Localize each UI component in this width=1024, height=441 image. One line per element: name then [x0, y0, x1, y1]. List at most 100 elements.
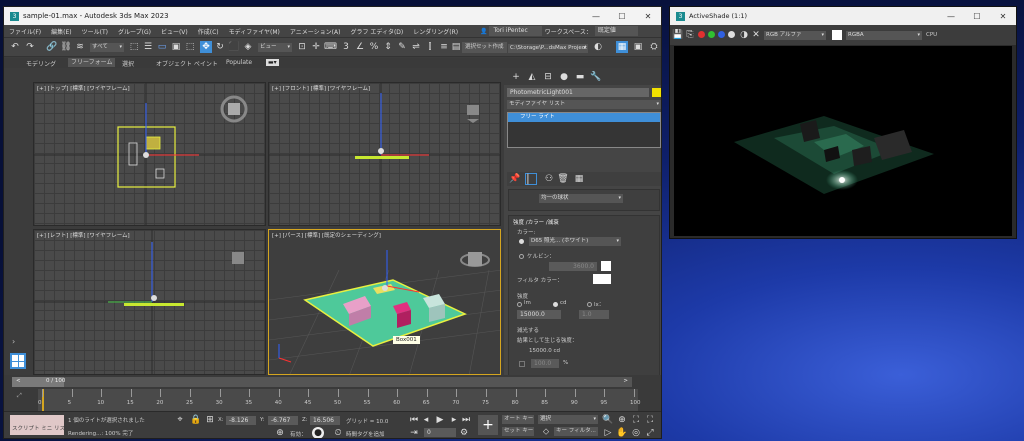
tab-modeling[interactable]: モデリング [26, 59, 56, 68]
make-unique-icon[interactable]: ⚇ [543, 173, 555, 185]
viewport-perspective[interactable]: [+] [パース] [標準] [既定のシェーディング] Box001 [268, 229, 501, 375]
menu-graph-editors[interactable]: グラフ エディタ(D) [345, 27, 408, 36]
layer-explorer-icon[interactable]: ≡ [438, 41, 450, 53]
crossing-window-icon[interactable]: ▣ [170, 41, 182, 53]
blue-channel-icon[interactable] [718, 31, 725, 38]
time-slider[interactable]: < 0 / 100 > [12, 377, 632, 387]
tab-selection[interactable]: 選択 [122, 59, 134, 68]
tab-populate[interactable]: Populate [226, 59, 252, 66]
kelvin-radio[interactable] [519, 254, 524, 259]
background-color-swatch[interactable] [832, 30, 842, 40]
zoom-extents-icon[interactable]: ⛶ [630, 414, 642, 426]
alpha-channel-icon[interactable] [728, 31, 735, 38]
dimming-checkbox[interactable] [519, 361, 525, 367]
zoom-extents-all-icon[interactable]: ⛶ [644, 414, 656, 426]
viewport-front[interactable]: [+] [フロント] [標準] [ワイヤフレーム] [268, 82, 501, 226]
add-time-tag[interactable]: 時間タグを追加 [346, 430, 385, 438]
menu-group[interactable]: グループ(G) [113, 27, 156, 36]
menu-animation[interactable]: アニメーション(A) [285, 27, 346, 36]
select-manipulate-icon[interactable]: ✛ [310, 41, 322, 53]
viewport-top[interactable]: [+] [トップ] [標準] [ワイヤフレーム] [33, 82, 266, 226]
key-mode-icon[interactable]: ⇥ [408, 427, 420, 438]
time-tag-icon[interactable]: ⏲ [332, 427, 344, 438]
select-by-name-icon[interactable]: ☰ [142, 41, 154, 53]
undo-icon[interactable]: ↶ [9, 41, 21, 53]
menu-tools[interactable]: ツール(T) [77, 27, 113, 36]
menu-file[interactable]: ファイル(F) [4, 27, 46, 36]
kelvin-color-swatch[interactable] [601, 261, 611, 271]
display-channel-dropdown[interactable]: RGB アルファ [764, 31, 826, 40]
viewport-layout-icon[interactable] [10, 353, 26, 369]
render-production-icon[interactable]: ⛭ [648, 41, 660, 53]
workspace-dropdown[interactable]: 既定値 [594, 26, 638, 36]
menu-view[interactable]: ビュー(V) [156, 27, 193, 36]
green-channel-icon[interactable] [708, 31, 715, 38]
snap-3d-icon[interactable]: 3 [340, 41, 352, 53]
ribbon-toggle-icon[interactable]: ▬▾ [266, 59, 279, 66]
maximize-viewport-icon[interactable]: ⤢ [644, 427, 656, 438]
motion-tab-icon[interactable]: ● [558, 71, 570, 83]
project-path-dropdown[interactable]: C:\Storage\P...dsMax Project [508, 44, 588, 53]
menu-modifiers[interactable]: モディファイヤ(M) [224, 27, 285, 36]
selection-set-button[interactable]: 選択セット作成 [462, 42, 507, 53]
material-editor-icon[interactable]: ◐ [592, 41, 604, 53]
isolate-icon[interactable]: ⌖ [174, 414, 186, 426]
reference-coord-dropdown[interactable]: ビュー [258, 43, 292, 52]
named-selection-icon[interactable]: ✎ [396, 41, 408, 53]
absolute-mode-icon[interactable]: ⊞ [204, 414, 216, 426]
adaptive-degradation-icon[interactable]: ● [312, 427, 324, 438]
user-name[interactable]: Tori iPentec [489, 26, 542, 36]
activeshade-maximize[interactable]: ☐ [964, 7, 990, 25]
curve-editor-icon[interactable]: ⤢ [17, 392, 22, 400]
scale-icon[interactable]: ⬛ [228, 41, 240, 53]
stack-item-free-light[interactable]: フリー ライト [508, 113, 660, 122]
dimming-percent-field[interactable]: 100.0 [531, 359, 559, 368]
auto-key-button[interactable]: オート キー [502, 415, 534, 424]
configure-sets-icon[interactable]: ▦ [573, 173, 585, 185]
pin-stack-icon[interactable]: 📌 [509, 173, 521, 185]
angle-snap-icon[interactable]: ∠ [354, 41, 366, 53]
modifier-list-dropdown[interactable]: モディファイヤ リスト [507, 100, 661, 109]
rgba-dropdown[interactable]: RGBA [846, 31, 922, 40]
goto-end-icon[interactable]: ⏭ [460, 414, 472, 426]
clear-icon[interactable]: ✕ [750, 29, 762, 41]
close-button[interactable]: ✕ [635, 7, 661, 25]
key-set-dropdown[interactable]: 選択 [538, 415, 598, 424]
minimize-button[interactable]: — [583, 7, 609, 25]
menu-rendering[interactable]: レンダリング(R) [408, 27, 463, 36]
bind-space-warp-icon[interactable]: ≋ [74, 41, 86, 53]
selection-lock-icon[interactable]: ⊕ [274, 427, 286, 438]
rollout-title[interactable]: 強度 /カラー /減衰 [513, 218, 559, 226]
spinner-snap-icon[interactable]: ⇕ [382, 41, 394, 53]
pan-icon[interactable]: ✋ [616, 427, 628, 438]
save-image-icon[interactable]: 💾 [672, 29, 684, 41]
red-channel-icon[interactable] [698, 31, 705, 38]
unit-lx-radio[interactable] [587, 302, 592, 307]
lx-distance-field[interactable]: 1.0 [579, 310, 609, 319]
pivot-center-icon[interactable]: ⊡ [296, 41, 308, 53]
lock-selection-icon[interactable]: 🔒 [190, 414, 202, 426]
link-icon[interactable]: 🔗 [46, 41, 58, 53]
render-frame-icon[interactable]: ▣ [632, 41, 644, 53]
x-field[interactable]: -8.126 [226, 416, 256, 425]
window-crossing-icon[interactable]: ⬚ [184, 41, 196, 53]
filter-color-swatch[interactable] [593, 274, 611, 284]
mirror-icon[interactable]: ⇌ [410, 41, 422, 53]
percent-snap-icon[interactable]: % [368, 41, 380, 53]
keyboard-shortcut-icon[interactable]: ⌨ [324, 41, 337, 53]
remove-modifier-icon[interactable]: 🗑 [557, 173, 569, 185]
time-config-icon[interactable]: ⚙ [458, 427, 470, 438]
tab-object-paint[interactable]: オブジェクト ペイント [156, 59, 218, 68]
orbit-icon[interactable]: ◎ [630, 427, 642, 438]
activeshade-minimize[interactable]: — [938, 7, 964, 25]
rotate-icon[interactable]: ↻ [214, 41, 226, 53]
viewport-left[interactable]: [+] [レフト] [標準] [ワイヤフレーム] [33, 229, 266, 375]
prev-frame-icon[interactable]: ◂ [420, 414, 432, 426]
unit-lm-radio[interactable] [517, 302, 522, 307]
align-icon[interactable]: ⫿ [424, 41, 436, 53]
color-preset-dropdown[interactable]: D65 照光... (ホワイト) [529, 237, 621, 246]
activeshade-close[interactable]: ✕ [990, 7, 1016, 25]
set-key-icon[interactable]: + [478, 415, 498, 435]
intensity-field[interactable]: 15000.0 [517, 310, 561, 319]
unit-cd-radio[interactable] [553, 302, 558, 307]
